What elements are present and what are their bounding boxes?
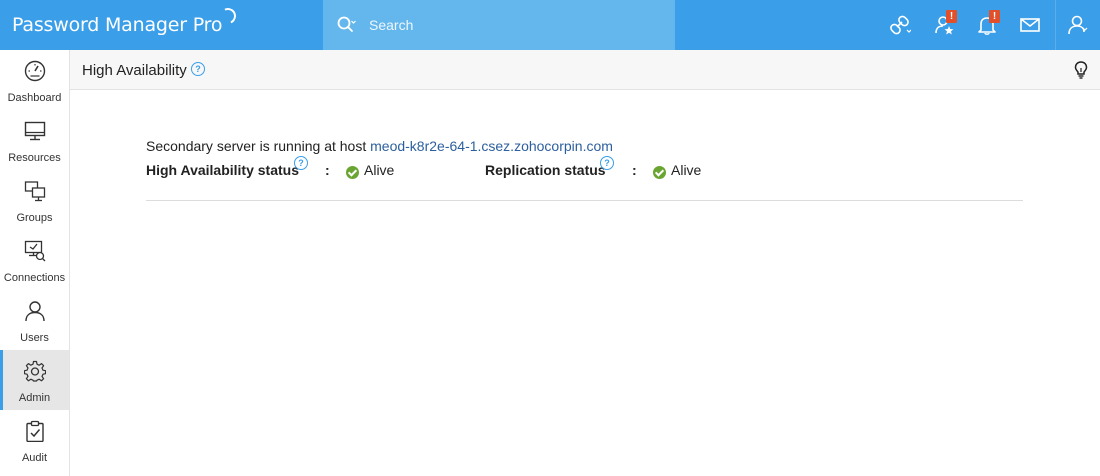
user-menu-button[interactable] xyxy=(1056,0,1100,50)
search-bar xyxy=(323,0,675,50)
replication-status-ok-icon xyxy=(653,166,666,179)
notifications-button[interactable]: ! xyxy=(965,0,1009,50)
ha-status-help-icon[interactable]: ? xyxy=(294,156,308,170)
content-divider xyxy=(146,200,1023,201)
sidebar-item-resources[interactable]: Resources xyxy=(0,110,69,170)
host-prefix-text: Secondary server is running at host xyxy=(146,138,371,154)
secondary-server-info: Secondary server is running at host meod… xyxy=(146,138,613,154)
connections-icon xyxy=(24,240,46,262)
favorites-badge: ! xyxy=(946,10,957,23)
page-title-wrap: High Availability ? xyxy=(82,62,205,79)
host-name: meod-k8r2e-64-1.csez.zohocorpin.com xyxy=(370,138,613,154)
page-header: High Availability ? xyxy=(70,50,1100,90)
notifications-badge: ! xyxy=(989,10,1000,23)
user-menu-icon xyxy=(1068,15,1088,35)
sidebar-item-admin[interactable]: Admin xyxy=(0,350,69,410)
top-header: Password Manager Pro ! ! xyxy=(0,0,1100,50)
user-icon xyxy=(25,301,45,322)
link-dropdown-icon xyxy=(890,15,911,35)
sidebar-item-users[interactable]: Users xyxy=(0,290,69,350)
app-title: Password Manager Pro xyxy=(12,14,223,36)
sidebar-item-label: Dashboard xyxy=(7,92,62,104)
search-input[interactable] xyxy=(369,0,659,50)
replication-status-help-icon[interactable]: ? xyxy=(600,156,614,170)
mail-icon xyxy=(1020,18,1040,32)
ha-status-label: High Availability status xyxy=(146,162,299,178)
sidebar-item-label: Users xyxy=(20,332,49,344)
sidebar-item-label: Resources xyxy=(8,152,61,164)
page-help-icon[interactable]: ? xyxy=(190,62,205,76)
ha-status-colon: : xyxy=(325,162,330,178)
sidebar-item-label: Admin xyxy=(18,392,51,404)
ha-status-value: Alive xyxy=(364,162,395,178)
sidebar-item-dashboard[interactable]: Dashboard xyxy=(0,50,69,110)
link-dropdown-button[interactable] xyxy=(878,0,922,50)
mail-button[interactable] xyxy=(1008,0,1052,50)
page-title: High Availability xyxy=(82,62,187,79)
monitor-icon xyxy=(24,121,46,141)
lightbulb-tips-icon[interactable] xyxy=(1072,60,1090,80)
favorites-button[interactable]: ! xyxy=(922,0,966,50)
groups-monitors-icon xyxy=(24,181,46,202)
sidebar-item-connections[interactable]: Connections xyxy=(0,230,69,290)
gear-icon xyxy=(24,360,46,382)
sidebar-item-label: Connections xyxy=(3,272,66,284)
app-logo[interactable]: Password Manager Pro xyxy=(12,5,239,36)
replication-status-label: Replication status xyxy=(485,162,606,178)
status-row: High Availability status ? : Alive Repli… xyxy=(146,156,706,182)
sidebar-item-label: Groups xyxy=(16,212,53,224)
sidebar-item-audit[interactable]: Audit xyxy=(0,410,69,470)
sidebar-item-label: Audit xyxy=(21,452,48,464)
sidebar: Dashboard Resources Groups Connections U… xyxy=(0,50,70,476)
search-icon[interactable] xyxy=(336,15,356,35)
replication-status-value: Alive xyxy=(671,162,702,178)
clipboard-check-icon xyxy=(26,420,44,442)
ha-status-ok-icon xyxy=(346,166,359,179)
sidebar-item-groups[interactable]: Groups xyxy=(0,170,69,230)
replication-status-colon: : xyxy=(632,162,637,178)
dashboard-gauge-icon xyxy=(24,60,46,82)
